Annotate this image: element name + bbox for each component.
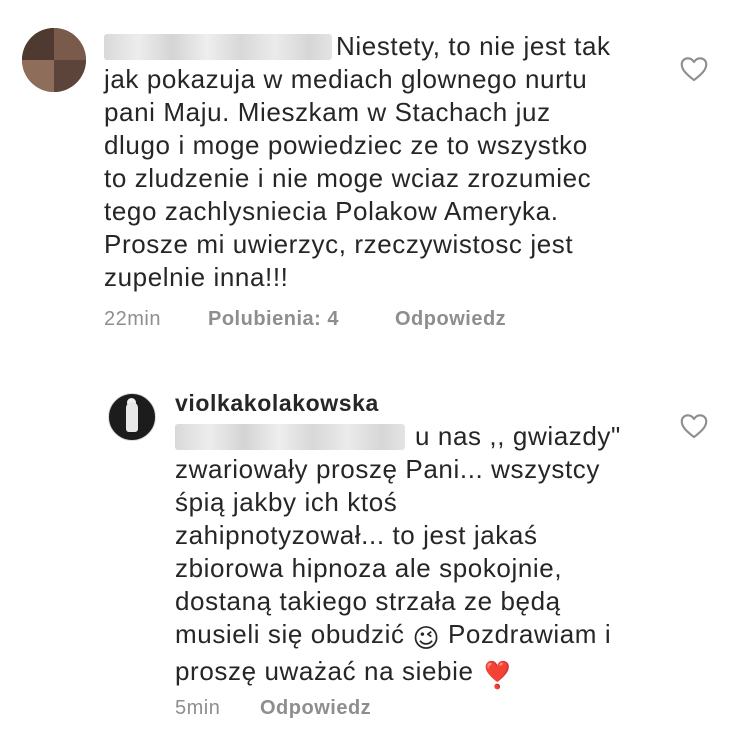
reply-timestamp: 5min xyxy=(175,697,221,719)
avatar-pixel xyxy=(22,28,54,60)
likes-count-link[interactable]: Polubienia: 4 xyxy=(208,308,339,331)
avatar-pixel xyxy=(22,60,54,92)
comment-timestamp: 22min xyxy=(104,308,161,330)
reply-username[interactable]: violkakolakowska xyxy=(175,390,379,417)
reply-button[interactable]: Odpowiedz xyxy=(395,308,506,331)
reply-text: u nas ,, gwiazdy" zwariowały proszę Pani… xyxy=(175,421,621,690)
avatar-figure-body xyxy=(126,402,138,432)
commenter-avatar[interactable] xyxy=(22,28,86,92)
wink-emoji-icon: 😉 xyxy=(412,623,441,653)
reply-button[interactable]: Odpowiedz xyxy=(260,697,371,720)
heart-outline-icon[interactable] xyxy=(680,56,708,82)
heart-exclamation-emoji-icon: ❣️ xyxy=(481,660,515,690)
avatar-pixel xyxy=(54,28,86,60)
reply-author-avatar[interactable] xyxy=(108,393,156,441)
avatar-pixel xyxy=(54,60,86,92)
comment-text: Niestety, to nie jest tak jak pokazuja w… xyxy=(104,31,611,292)
heart-outline-icon[interactable] xyxy=(680,413,708,439)
